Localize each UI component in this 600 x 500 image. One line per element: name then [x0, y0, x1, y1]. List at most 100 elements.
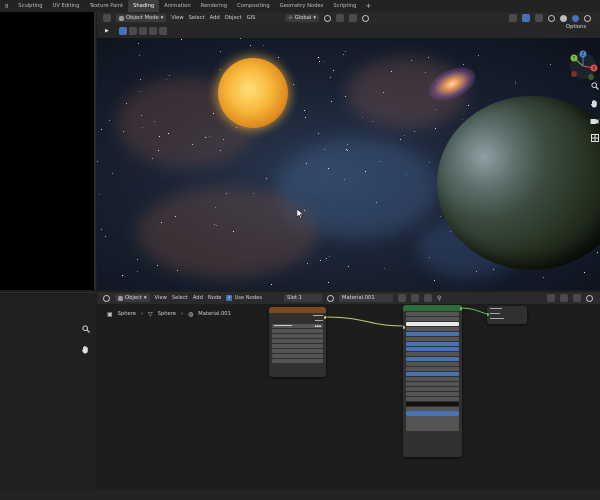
unlink-icon[interactable]: [424, 294, 433, 302]
snap-icon[interactable]: [335, 14, 344, 22]
menu-add[interactable]: Add: [210, 15, 220, 21]
snap-options-icon[interactable]: [573, 294, 581, 302]
bsdf-output-socket[interactable]: [460, 307, 462, 310]
grid-icon[interactable]: [590, 134, 599, 142]
subsurface-field[interactable]: [406, 326, 459, 331]
tangent-input[interactable]: [406, 426, 459, 431]
options-button[interactable]: Options: [566, 24, 586, 30]
menu-object[interactable]: Object: [225, 15, 242, 21]
base-color-field[interactable]: [406, 321, 459, 326]
sun-sphere[interactable]: [218, 58, 288, 128]
select-extend-icon[interactable]: [128, 27, 137, 35]
select-intersect-icon[interactable]: [158, 27, 167, 35]
tab-uv-editing[interactable]: UV Editing: [48, 0, 85, 12]
shading-rendered-icon[interactable]: [584, 14, 591, 22]
specular-tint-field[interactable]: [406, 351, 459, 356]
tab-sculpting[interactable]: Sculpting: [13, 0, 47, 12]
transmission-field[interactable]: [406, 396, 459, 401]
falloff-icon[interactable]: [361, 14, 369, 22]
subsurface-color-field[interactable]: [406, 336, 459, 341]
menu-add[interactable]: Add: [193, 295, 203, 301]
visibility-icon[interactable]: [509, 14, 517, 22]
shading-material-icon[interactable]: [572, 14, 579, 22]
base-color-socket[interactable]: [403, 326, 405, 329]
navigation-gizmo[interactable]: X Y Z: [567, 38, 600, 82]
use-nodes-toggle[interactable]: ✓ Use Nodes: [226, 295, 262, 301]
source-dropdown[interactable]: [272, 343, 323, 348]
tab-animation[interactable]: Animation: [159, 0, 195, 12]
fake-user-icon[interactable]: [398, 294, 407, 302]
play-icon[interactable]: ▶: [105, 28, 109, 34]
camera-icon[interactable]: [590, 117, 599, 125]
emission-color-field[interactable]: [406, 401, 459, 406]
gizmo-toggle-icon[interactable]: [522, 14, 530, 22]
material-name-field[interactable]: Material.001: [339, 294, 394, 302]
transform-orientation-dropdown[interactable]: ⊹ Global ▾: [285, 14, 319, 22]
select-subtract-icon[interactable]: [138, 27, 147, 35]
backdrop-icon[interactable]: [586, 294, 593, 302]
image-selector[interactable]: ▪▪▪: [272, 323, 323, 328]
shading-solid-icon[interactable]: [560, 14, 567, 22]
normal-input[interactable]: [406, 416, 459, 421]
menu-node[interactable]: Node: [208, 295, 222, 301]
interpolation-dropdown[interactable]: [272, 328, 323, 333]
select-invert-icon[interactable]: [148, 27, 157, 35]
hand-icon[interactable]: [81, 339, 90, 358]
extension-dropdown[interactable]: [272, 338, 323, 343]
proportional-edit-icon[interactable]: [348, 14, 357, 22]
material-output-node[interactable]: [487, 306, 527, 324]
alpha-dropdown[interactable]: [272, 353, 323, 358]
zoom-icon[interactable]: [82, 325, 90, 335]
add-workspace-button[interactable]: +: [361, 0, 375, 12]
projection-dropdown[interactable]: [272, 333, 323, 338]
overlay-icon[interactable]: [547, 294, 555, 302]
tab-geometry-nodes[interactable]: Geometry Nodes: [275, 0, 329, 12]
editor-type-icon[interactable]: [103, 14, 111, 22]
slot-dropdown[interactable]: Slot 1: [284, 294, 323, 302]
overlay-toggle-icon[interactable]: [535, 14, 543, 22]
subsurface-radius-field[interactable]: [406, 331, 459, 336]
snap-icon[interactable]: [560, 294, 568, 302]
metallic-field[interactable]: [406, 341, 459, 346]
tab-rendering[interactable]: Rendering: [196, 0, 233, 12]
zoom-icon[interactable]: [590, 82, 599, 90]
editor-type-icon[interactable]: [103, 294, 110, 302]
anisotropic-rotation-field[interactable]: [406, 366, 459, 371]
menu-select[interactable]: Select: [172, 295, 188, 301]
principled-bsdf-node[interactable]: [403, 305, 462, 457]
tab-shading[interactable]: Shading: [128, 0, 160, 12]
3d-viewport[interactable]: X Y Z: [97, 38, 600, 290]
emission-strength-field[interactable]: [406, 406, 459, 411]
material-browse-icon[interactable]: [327, 294, 335, 302]
menu-select[interactable]: Select: [189, 15, 205, 21]
clearcoat-normal-input[interactable]: [406, 421, 459, 426]
pin-icon[interactable]: ⚲: [437, 295, 441, 302]
clearcoat-field[interactable]: [406, 381, 459, 386]
roughness-field[interactable]: [406, 356, 459, 361]
vector-input[interactable]: [272, 358, 323, 363]
tab-texture-paint[interactable]: Texture Paint: [85, 0, 128, 12]
clearcoat-roughness-field[interactable]: [406, 386, 459, 391]
mode-dropdown[interactable]: Object Mode ▾: [116, 14, 167, 22]
ior-field[interactable]: [406, 391, 459, 396]
sheen-field[interactable]: [406, 371, 459, 376]
menu-view[interactable]: View: [171, 15, 183, 21]
select-box-icon[interactable]: [118, 27, 127, 35]
menu-view[interactable]: View: [155, 295, 167, 301]
color-space-dropdown[interactable]: [272, 348, 323, 353]
subsurface-method-dropdown[interactable]: [406, 316, 459, 321]
pivot-icon[interactable]: [323, 14, 331, 22]
tab-scripting[interactable]: Scripting: [328, 0, 361, 12]
hand-icon[interactable]: [590, 99, 599, 108]
new-material-icon[interactable]: [411, 294, 420, 302]
anisotropic-field[interactable]: [406, 361, 459, 366]
shader-node-editor[interactable]: ▪▪▪: [97, 304, 600, 500]
shading-wireframe-icon[interactable]: [548, 14, 555, 22]
alpha-field[interactable]: [406, 411, 459, 416]
object-type-dropdown[interactable]: Object ▾: [115, 294, 150, 302]
tab-compositing[interactable]: Compositing: [232, 0, 275, 12]
menu-gis[interactable]: GIS: [247, 15, 256, 21]
specular-field[interactable]: [406, 346, 459, 351]
sheen-tint-field[interactable]: [406, 376, 459, 381]
tab-layout[interactable]: g: [0, 0, 13, 12]
